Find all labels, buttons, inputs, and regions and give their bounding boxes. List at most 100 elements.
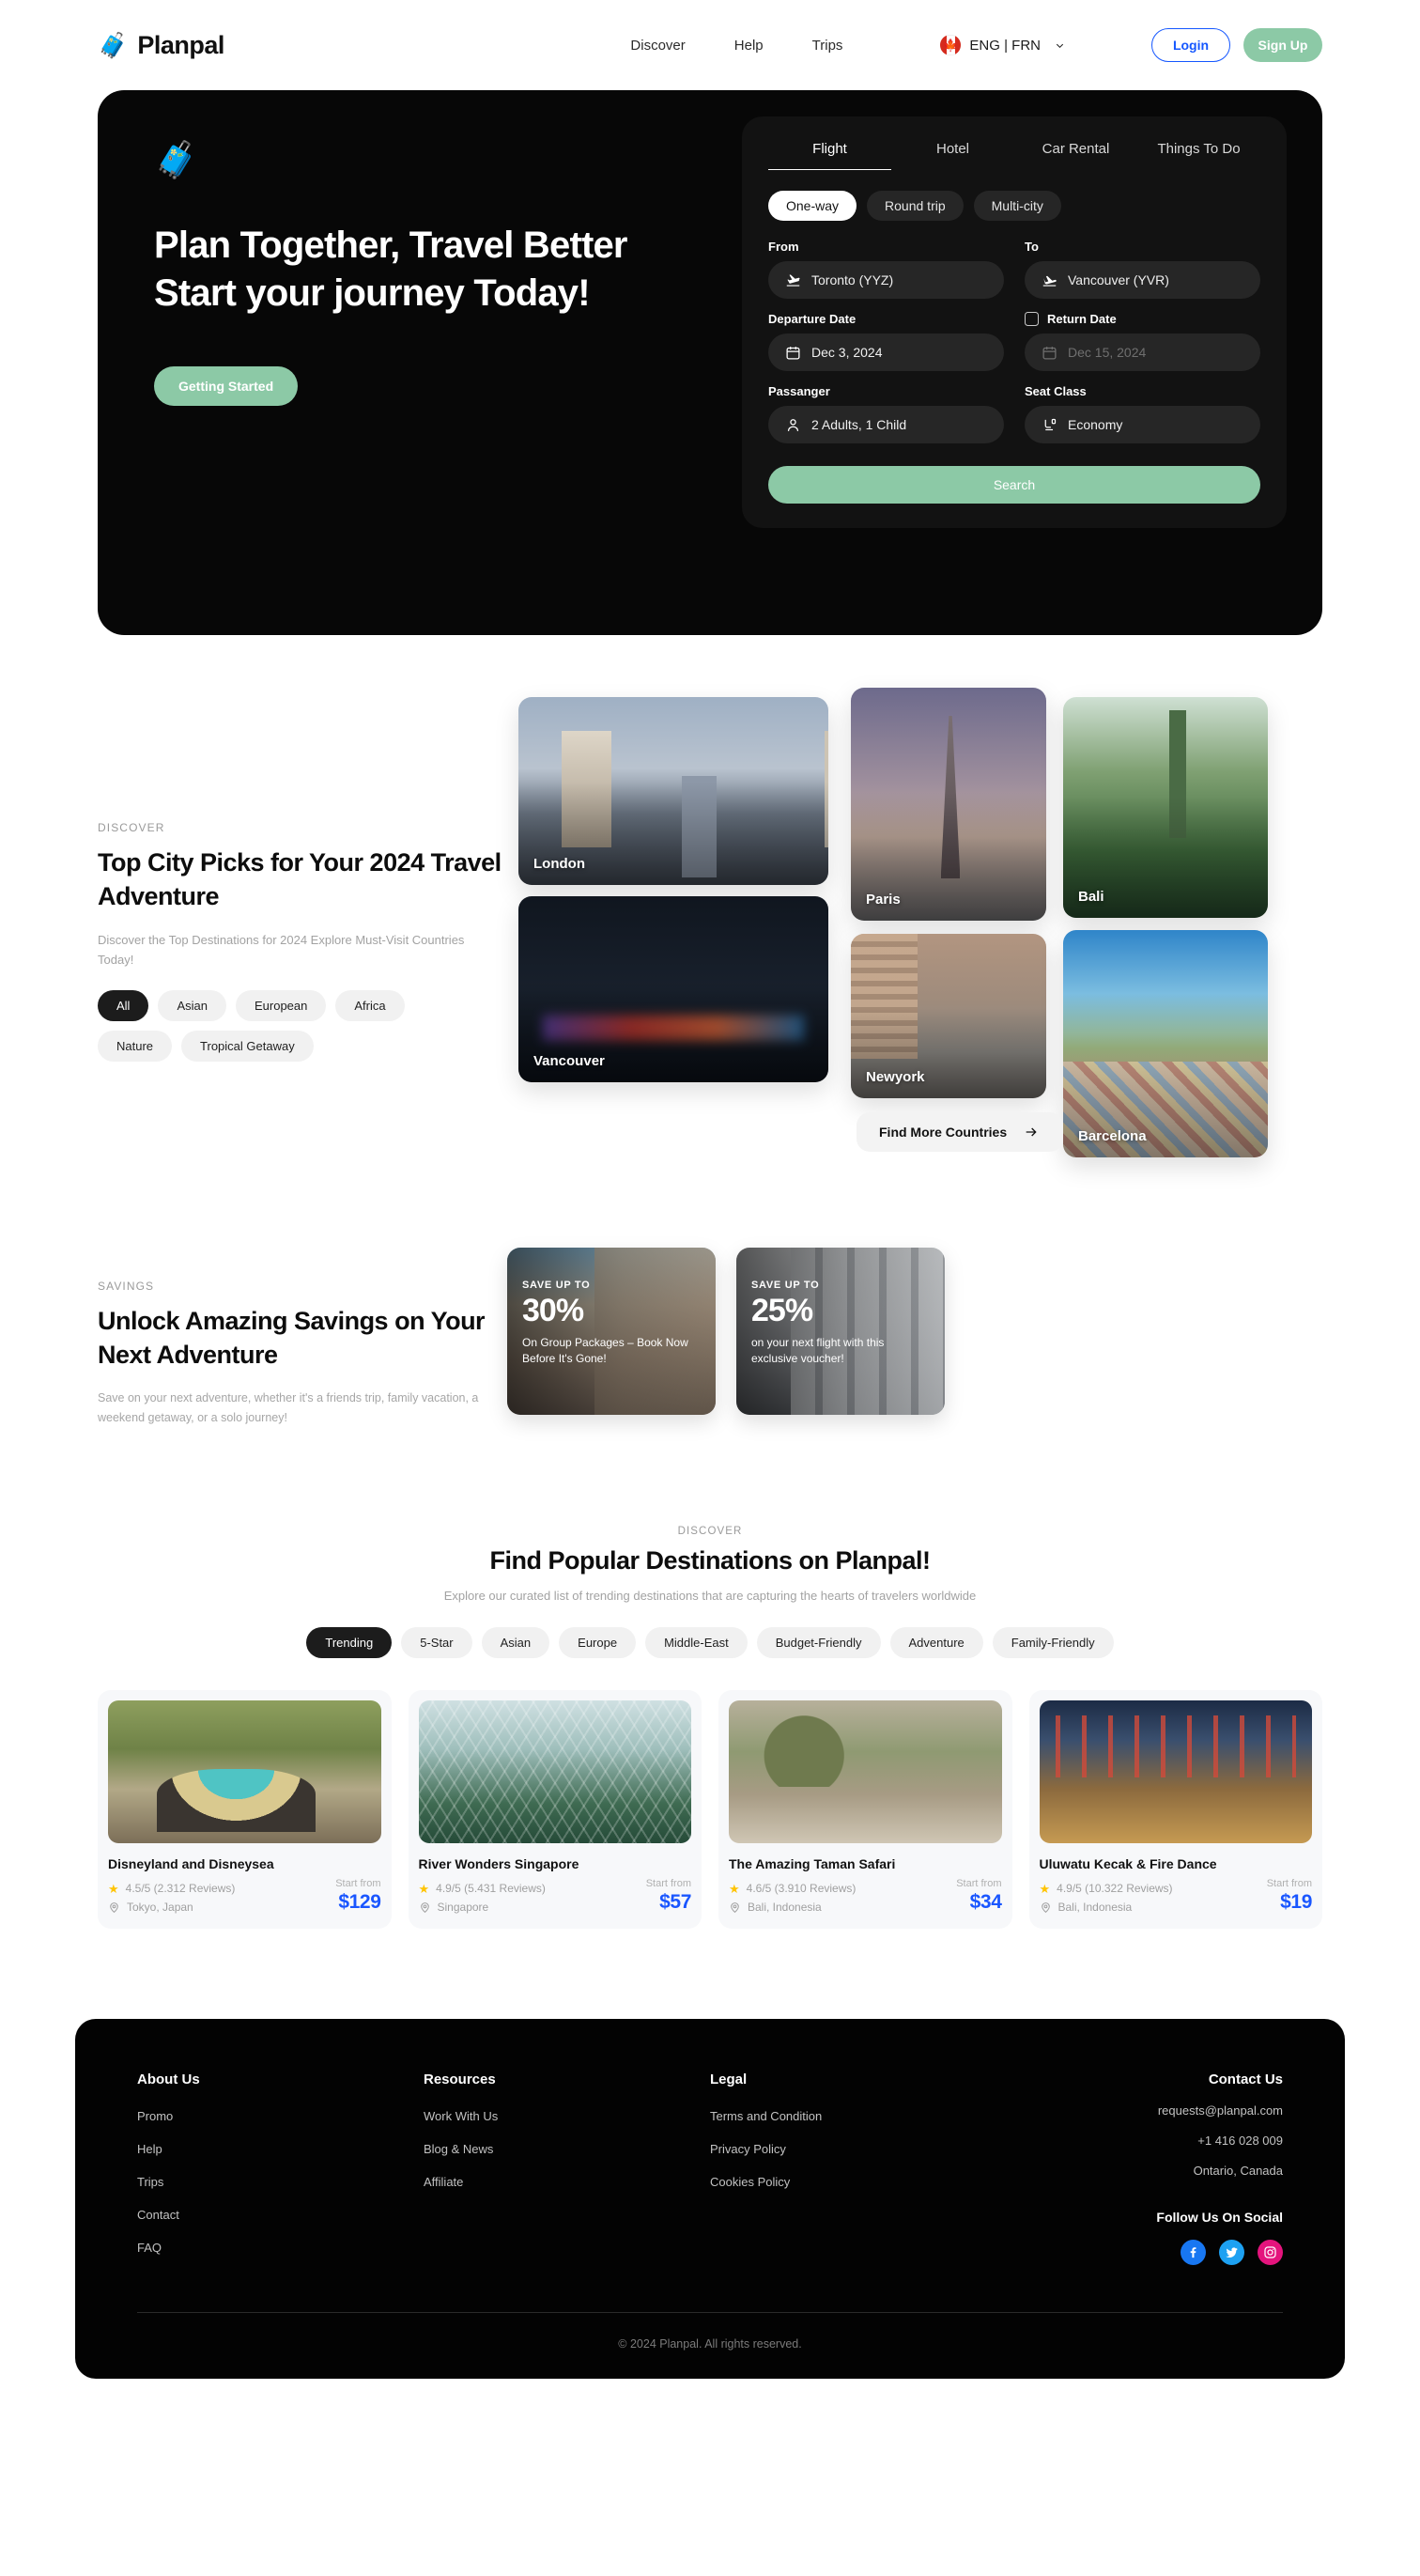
seat-class-input[interactable]: Economy [1025, 406, 1260, 443]
city-filter-asian[interactable]: Asian [158, 990, 226, 1022]
city-card-newyork[interactable]: Newyork [851, 934, 1046, 1098]
city-picks-title: Top City Picks for Your 2024 Travel Adve… [98, 848, 502, 911]
taman-safari-photo [729, 1700, 1002, 1844]
footer-link-promo[interactable]: Promo [137, 2109, 173, 2123]
city-cards-mosaic: London Vancouver Paris Newyork Bali Barc… [518, 688, 1274, 1157]
facebook-icon[interactable] [1181, 2240, 1206, 2266]
footer-link-blog-news[interactable]: Blog & News [424, 2142, 493, 2156]
login-button[interactable]: Login [1151, 28, 1230, 62]
popular-filter-europe[interactable]: Europe [559, 1627, 637, 1659]
popular-filter-5-star[interactable]: 5-Star [401, 1627, 472, 1659]
departure-date-input[interactable]: Dec 3, 2024 [768, 334, 1004, 371]
destination-meta: ★ 4.9/5 (5.431 Reviews) Singapore [419, 1882, 546, 1914]
destination-card[interactable]: River Wonders Singapore ★ 4.9/5 (5.431 R… [408, 1690, 702, 1930]
promo-card-group-packages[interactable]: SAVE UP TO 30% On Group Packages – Book … [507, 1248, 716, 1415]
popular-filter-chips: Trending 5-Star Asian Europe Middle-East… [98, 1627, 1322, 1659]
seat-class-value: Economy [1068, 417, 1123, 432]
footer-link-affiliate[interactable]: Affiliate [424, 2175, 463, 2189]
footer-columns: About Us Promo Help Trips Contact FAQ Re… [137, 2072, 1283, 2273]
seat-icon [1044, 418, 1057, 430]
city-filter-tropical-getaway[interactable]: Tropical Getaway [181, 1031, 314, 1063]
destination-rating: 4.9/5 (10.322 Reviews) [1057, 1882, 1173, 1896]
tab-hotel[interactable]: Hotel [891, 141, 1014, 170]
popular-title: Find Popular Destinations on Planpal! [489, 1546, 931, 1575]
footer-link-contact[interactable]: Contact [137, 2208, 179, 2222]
footer-link-faq[interactable]: FAQ [137, 2241, 162, 2255]
city-card-label: Bali [1078, 889, 1104, 905]
destination-price: $34 [969, 1891, 1002, 1914]
contact-us-title: Contact Us [1208, 2072, 1283, 2088]
return-date-checkbox[interactable] [1025, 312, 1039, 326]
destination-cards-grid: Disneyland and Disneysea ★ 4.5/5 (2.312 … [98, 1690, 1322, 1930]
disneyland-photo [108, 1700, 381, 1844]
photo-overlay [1063, 930, 1268, 1157]
city-card-barcelona[interactable]: Barcelona [1063, 930, 1268, 1157]
star-icon: ★ [418, 1881, 430, 1896]
destination-price: $57 [659, 1891, 691, 1914]
find-more-countries-button[interactable]: Find More Countries [857, 1112, 1064, 1152]
trip-type-one-way[interactable]: One-way [768, 191, 857, 221]
passenger-input[interactable]: 2 Adults, 1 Child [768, 406, 1004, 443]
location-pin-icon [1041, 1901, 1050, 1913]
brand-logo[interactable]: 🧳 Planpal [98, 31, 224, 60]
nav-item-discover[interactable]: Discover [630, 38, 685, 54]
nav-item-help[interactable]: Help [734, 38, 764, 54]
instagram-icon[interactable] [1258, 2240, 1283, 2266]
footer-link-cookies[interactable]: Cookies Policy [710, 2175, 790, 2189]
destination-rating-line: ★ 4.9/5 (5.431 Reviews) [419, 1882, 546, 1895]
city-filter-nature[interactable]: Nature [98, 1031, 173, 1063]
hero-title: Plan Together, Travel Better Start your … [154, 222, 736, 318]
destination-card[interactable]: Uluwatu Kecak & Fire Dance ★ 4.9/5 (10.3… [1028, 1690, 1322, 1930]
getting-started-button[interactable]: Getting Started [154, 366, 299, 407]
trip-type-round-trip[interactable]: Round trip [867, 191, 964, 221]
social-links [996, 2240, 1283, 2266]
star-icon: ★ [1039, 1881, 1051, 1896]
nav-item-trips[interactable]: Trips [812, 38, 843, 54]
destination-card[interactable]: Disneyland and Disneysea ★ 4.5/5 (2.312 … [98, 1690, 392, 1930]
follow-us-label: Follow Us On Social [1156, 2210, 1283, 2226]
contact-phone[interactable]: +1 416 028 009 [996, 2134, 1283, 2148]
signup-button[interactable]: Sign Up [1243, 28, 1322, 62]
city-filter-africa[interactable]: Africa [335, 990, 405, 1022]
tab-flight[interactable]: Flight [768, 141, 891, 170]
plane-takeoff-icon [786, 273, 800, 287]
tab-car-rental[interactable]: Car Rental [1014, 141, 1137, 170]
twitter-icon[interactable] [1219, 2240, 1244, 2266]
photo-overlay [1063, 697, 1268, 918]
city-card-bali[interactable]: Bali [1063, 697, 1268, 918]
trip-type-multi-city[interactable]: Multi-city [973, 191, 1061, 221]
city-filter-european[interactable]: European [235, 990, 327, 1022]
popular-filter-family-friendly[interactable]: Family-Friendly [992, 1627, 1114, 1659]
footer-column-about-us: About Us Promo Help Trips Contact FAQ [137, 2072, 424, 2273]
footer-link-trips[interactable]: Trips [137, 2175, 163, 2189]
from-field-block: From Toronto (YYZ) [768, 240, 1004, 299]
footer-link-help[interactable]: Help [137, 2142, 162, 2156]
destination-location: Bali, Indonesia [1057, 1901, 1133, 1915]
promo-card-flight-voucher[interactable]: SAVE UP TO 25% on your next flight with … [736, 1248, 945, 1415]
contact-address: Ontario, Canada [1193, 2164, 1283, 2179]
popular-filter-asian[interactable]: Asian [481, 1627, 550, 1659]
popular-filter-middle-east[interactable]: Middle-East [645, 1627, 748, 1659]
footer-link-privacy[interactable]: Privacy Policy [710, 2142, 786, 2156]
footer-link-work-with-us[interactable]: Work With Us [424, 2109, 498, 2123]
footer-link-terms[interactable]: Terms and Condition [710, 2109, 822, 2123]
city-filter-all[interactable]: All [98, 990, 149, 1022]
from-input[interactable]: Toronto (YYZ) [768, 261, 1004, 299]
to-input[interactable]: Vancouver (YVR) [1025, 261, 1260, 299]
city-card-vancouver[interactable]: Vancouver [518, 896, 828, 1082]
return-date-input[interactable]: Dec 15, 2024 [1025, 334, 1260, 371]
tab-things-to-do[interactable]: Things To Do [1137, 141, 1260, 170]
destination-location-line: Bali, Indonesia [1040, 1901, 1173, 1914]
city-card-paris[interactable]: Paris [851, 688, 1046, 921]
language-selector[interactable]: 🍁 ENG | FRN [940, 35, 1065, 55]
destination-card[interactable]: The Amazing Taman Safari ★ 4.6/5 (3.910 … [718, 1690, 1012, 1930]
popular-filter-trending[interactable]: Trending [306, 1627, 393, 1659]
city-card-london[interactable]: London [518, 697, 828, 885]
search-button[interactable]: Search [768, 466, 1260, 504]
search-panel: Flight Hotel Car Rental Things To Do One… [742, 116, 1287, 528]
popular-filter-budget-friendly[interactable]: Budget-Friendly [756, 1627, 881, 1659]
contact-email[interactable]: requests@planpal.com [996, 2103, 1283, 2118]
popular-filter-adventure[interactable]: Adventure [889, 1627, 983, 1659]
promo-percent: 30% [522, 1293, 584, 1328]
hero-section: 🧳 Plan Together, Travel Better Start you… [0, 90, 1420, 635]
